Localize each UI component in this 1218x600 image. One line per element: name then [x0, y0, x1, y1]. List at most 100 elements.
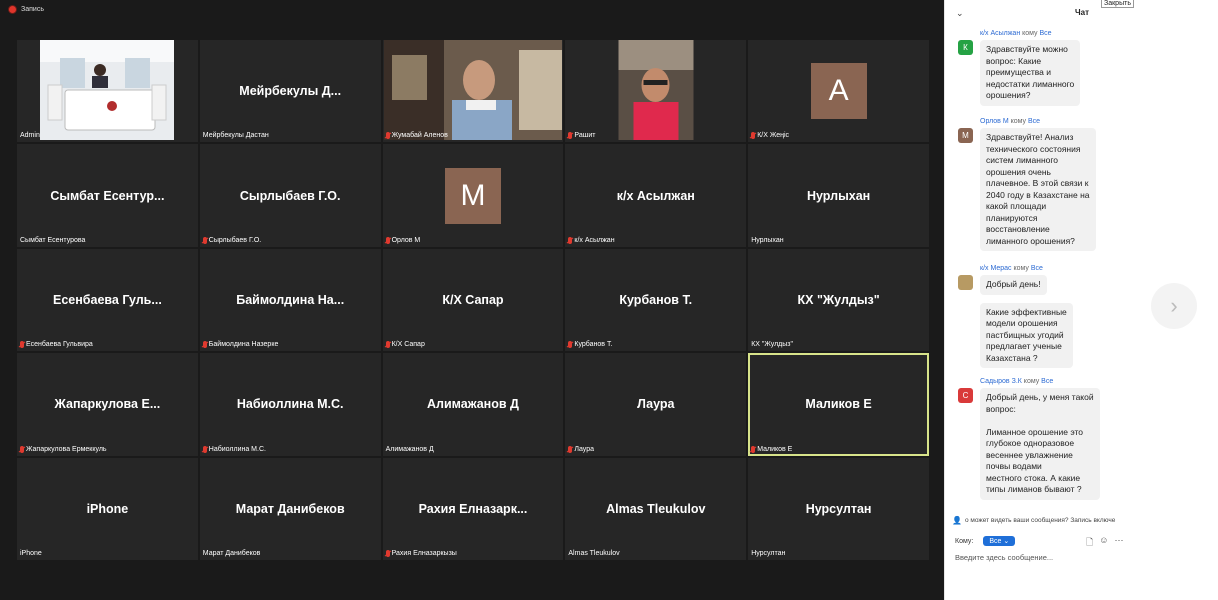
- participant-tile[interactable]: Курбанов Т. Курбанов Т.: [565, 248, 747, 352]
- participant-label-text: КХ "Жулдыз": [751, 341, 793, 349]
- participant-tile[interactable]: Сымбат Есентур... Сымбат Есентурова: [17, 144, 198, 247]
- record-icon: [9, 6, 16, 13]
- chevron-right-icon: ›: [1170, 293, 1178, 318]
- participant-tile[interactable]: Рашит: [565, 40, 747, 143]
- participant-avatar: M: [444, 167, 501, 224]
- participant-tile[interactable]: Баймолдина На... Баймолдина Назерке: [199, 248, 381, 352]
- participant-label: Рашит: [568, 132, 596, 140]
- participant-tile[interactable]: Admin: [17, 40, 198, 143]
- mic-muted-icon: [202, 445, 207, 453]
- mic-muted-icon: [568, 445, 573, 453]
- participant-tile[interactable]: Жапаркулова Е... Жапаркулова Ермеккуль: [17, 353, 198, 456]
- participant-video: [40, 40, 175, 142]
- participant-tile[interactable]: Есенбаева Гуль... Есенбаева Гульвира: [17, 248, 198, 352]
- participant-tile[interactable]: КХ "Жулдыз" КХ "Жулдыз": [748, 248, 929, 352]
- emoji-icon[interactable]: ☺: [1099, 535, 1108, 551]
- participant-label: Нурсултан: [751, 550, 785, 557]
- participant-tile[interactable]: Нурлыхан Нурлыхан: [748, 144, 929, 247]
- chat-message: Садыров З.К кому Все C Добрый день, у меня…: [953, 378, 1153, 500]
- participant-label: Сымбат Есентурова: [20, 237, 85, 244]
- chat-panel: ⌄ Чат Закрыть к/х Асылжан кому Все К Здрав…: [944, 0, 1218, 600]
- sender-avatar: [958, 275, 973, 290]
- participant-label-text: Жапаркулова Ермеккуль: [26, 445, 107, 453]
- participant-label-text: Рашит: [574, 132, 596, 140]
- participant-label-text: Сырлыбаев Г.О.: [208, 236, 262, 244]
- participant-label: Мейрбекулы Дастан: [203, 132, 269, 139]
- participant-tile[interactable]: Набиоллина М.С. Набиоллина М.С.: [199, 353, 381, 456]
- mic-muted-icon: [20, 341, 24, 349]
- next-page-button[interactable]: ›: [1151, 283, 1197, 329]
- participant-label-text: Мейрбекулы Дастан: [202, 132, 269, 140]
- participant-label: Алимажанов Д: [386, 446, 434, 453]
- people-icon: 👤: [952, 516, 962, 525]
- message-input[interactable]: Введите здесь сообщение...: [955, 553, 1053, 562]
- participant-tile[interactable]: M Орлов М: [382, 144, 564, 247]
- participant-name: Есенбаева Гуль...: [52, 292, 162, 307]
- file-icon[interactable]: 🗋: [1086, 535, 1093, 551]
- mic-muted-icon: [385, 550, 390, 557]
- more-icon[interactable]: ⋯: [1114, 535, 1123, 551]
- participant-name: Нурсултан: [805, 501, 872, 516]
- chat-message: Орлов М кому Все M Здравствуйте! Анализ те…: [953, 118, 1153, 251]
- participant-tile[interactable]: к/х Асылжан к/х Асылжан: [565, 144, 747, 247]
- recording-indicator: Запись: [9, 6, 44, 13]
- participant-tile[interactable]: Рахия Елназарк... Рахия Елназаркызы: [382, 457, 564, 560]
- message-bubble: Какие эффективные модели орошения пастби…: [980, 302, 1073, 368]
- mic-muted-icon: [568, 341, 573, 349]
- participant-label-text: Марат Данибеков: [202, 550, 261, 557]
- participant-label: Набиоллина М.С.: [202, 445, 266, 453]
- message-sender: к/х Асылжан кому Все: [980, 30, 1052, 37]
- recording-label: Запись: [21, 6, 44, 13]
- participant-label-text: К/Х Сапар: [391, 341, 425, 349]
- participant-video: [383, 40, 562, 142]
- participant-label: к/х Асылжан: [568, 236, 615, 244]
- participant-label-text: Admin: [20, 132, 40, 140]
- participant-name: К/Х Сапар: [442, 292, 504, 307]
- participant-label-text: Лаура: [574, 445, 595, 453]
- participant-label: Есенбаева Гульвира: [20, 341, 93, 349]
- participant-label: Маликов Е: [751, 445, 792, 453]
- sender-avatar: C: [958, 388, 973, 403]
- participant-name: Алимажанов Д: [427, 397, 519, 412]
- participant-label: Жумабай Аленов: [385, 132, 448, 140]
- participant-name: Almas Tleukulov: [606, 501, 706, 516]
- message-bubble: Добрый день, у меня такой вопрос: Лиманн…: [980, 388, 1100, 500]
- participant-tile[interactable]: Жумабай Аленов: [382, 40, 564, 143]
- participant-tile[interactable]: Алимажанов Д Алимажанов Д: [382, 353, 564, 456]
- participant-name: Нурлыхан: [806, 188, 871, 203]
- participant-label-text: Рахия Елназаркызы: [391, 550, 457, 557]
- participant-tile[interactable]: Маликов Е Маликов Е: [748, 353, 929, 456]
- participant-tile[interactable]: Нурсултан Нурсултан: [748, 457, 929, 560]
- participant-tile[interactable]: A К/Х Жеңіс: [748, 40, 929, 143]
- mic-muted-icon: [751, 132, 756, 140]
- mic-muted-icon: [385, 341, 390, 349]
- message-sender: Садыров З.К кому Все: [980, 378, 1054, 385]
- participant-avatar: A: [810, 63, 867, 120]
- participant-tile[interactable]: К/Х Сапар К/Х Сапар: [382, 248, 564, 352]
- participant-name: Лаура: [637, 397, 675, 412]
- chat-header: ⌄ Чат Закрыть: [945, 0, 1218, 24]
- participant-tile[interactable]: Мейрбекулы Д... Мейрбекулы Дастан: [199, 40, 381, 143]
- recipient-select[interactable]: Все ⌄: [983, 536, 1016, 546]
- participant-name: Марат Данибеков: [235, 501, 345, 516]
- mic-muted-icon: [385, 236, 390, 244]
- participant-tile[interactable]: Лаура Лаура: [565, 353, 747, 456]
- chat-message: к/х Асылжан кому Все К Здравствуйте можно …: [953, 30, 1153, 106]
- participant-label-text: Курбанов Т.: [574, 341, 613, 349]
- video-grid-area: Запись Admin Мейрбекулы Д... Мейрбекулы Да…: [0, 0, 944, 600]
- participant-tile[interactable]: Марат Данибеков Марат Данибеков: [199, 457, 381, 560]
- participant-name: КХ "Жулдыз": [797, 292, 880, 307]
- mic-muted-icon: [568, 132, 573, 140]
- message-bubble: Здравствуйте! Анализ технического состоя…: [980, 128, 1096, 251]
- participant-tile[interactable]: Almas Tleukulov Almas Tleukulov: [565, 457, 747, 560]
- participant-tile[interactable]: Сырлыбаев Г.О. Сырлыбаев Г.О.: [199, 144, 381, 247]
- participant-label: Курбанов Т.: [568, 341, 613, 349]
- participant-name: Баймолдина На...: [236, 292, 345, 307]
- mic-muted-icon: [202, 341, 207, 349]
- chat-privacy-notice[interactable]: 👤 о может видеть ваши сообщения? Запись …: [952, 516, 1115, 525]
- participant-video: [618, 40, 694, 142]
- participant-label-text: Алимажанов Д: [385, 445, 434, 453]
- participant-label-text: Нурсултан: [751, 550, 786, 557]
- participant-label-text: Almas Tleukulov: [568, 550, 620, 557]
- participant-tile[interactable]: iPhone iPhone: [17, 457, 198, 560]
